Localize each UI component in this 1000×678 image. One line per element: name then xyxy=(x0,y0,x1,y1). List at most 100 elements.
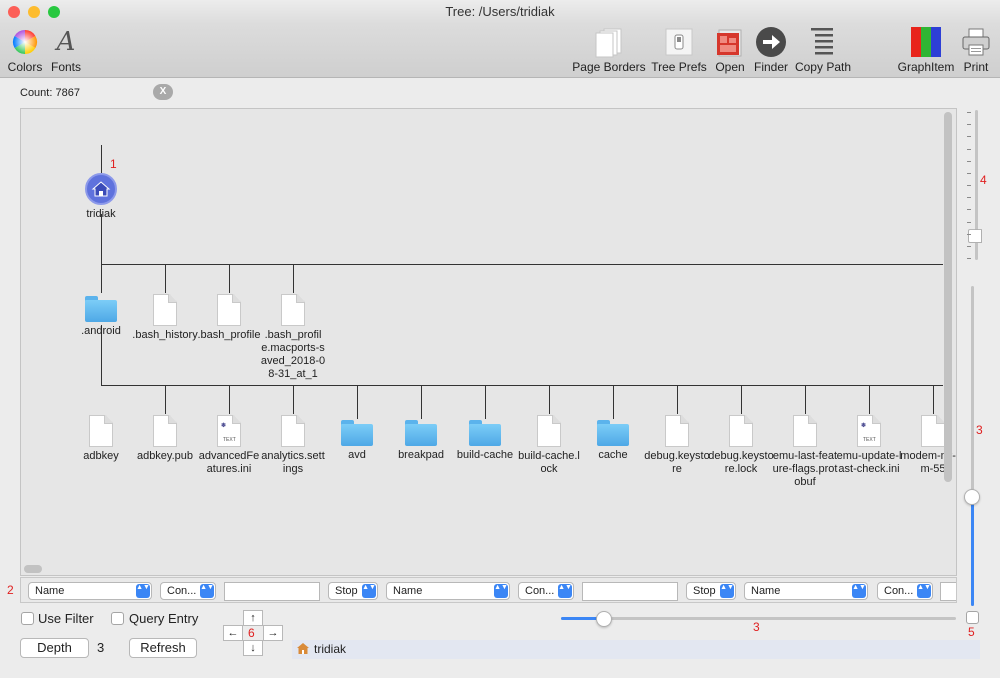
tree-node[interactable]: build-cache.lock xyxy=(516,415,582,476)
field-popup[interactable]: Name ▲▼ xyxy=(744,582,868,600)
folder-icon xyxy=(85,296,117,322)
field-popup-value: Name xyxy=(35,585,65,597)
file-icon xyxy=(793,415,817,447)
tree-connectors xyxy=(101,145,943,419)
finder-label: Finder xyxy=(753,60,788,74)
tree-node-label: cache xyxy=(598,449,628,461)
file-icon xyxy=(665,415,689,447)
field-popup[interactable]: Name ▲▼ xyxy=(28,582,152,600)
tree-node[interactable]: analytics.settings xyxy=(260,415,326,476)
list-icon xyxy=(811,28,833,55)
tree-node-label: .bash_profile.macports-saved_2018-08-31_… xyxy=(260,329,326,380)
condition-popup-value: Con... xyxy=(525,585,555,597)
hslider-marker: 3 xyxy=(753,620,760,634)
condition-popup[interactable]: Con... ▲▼ xyxy=(518,582,574,600)
folder-icon xyxy=(405,420,437,446)
tree-node[interactable]: avd xyxy=(324,420,390,462)
field-popup[interactable]: Name ▲▼ xyxy=(386,582,510,600)
filter-row: Name ▲▼ Con... ▲▼ Stop ▲▼ Name ▲▼ Con...… xyxy=(20,577,957,603)
clear-count-button[interactable]: X xyxy=(153,84,173,100)
home-icon xyxy=(297,643,309,654)
tree-node[interactable]: .bash_profile.macports-saved_2018-08-31_… xyxy=(260,294,326,381)
root-marker: 1 xyxy=(110,157,117,171)
nav-down-button[interactable]: ↓ xyxy=(243,640,263,656)
horizontal-scrollbar[interactable] xyxy=(24,565,42,573)
zoom-slider-tick xyxy=(967,233,971,235)
tree-canvas[interactable]: 1 tridiak .android .bash_history .bash_p… xyxy=(20,108,957,576)
page-borders-button[interactable]: Page Borders xyxy=(570,24,648,78)
zoom-slider-tick xyxy=(967,136,971,138)
zoom-slider-tick xyxy=(967,148,971,150)
pages-icon xyxy=(595,28,622,58)
nav-marker: 6 xyxy=(248,626,255,640)
refresh-button[interactable]: Refresh xyxy=(129,638,197,658)
nav-up-button[interactable]: ↑ xyxy=(243,610,263,626)
vertical-slider-marker: 3 xyxy=(976,423,983,437)
vertical-slider-fill xyxy=(971,497,974,606)
tree-node[interactable]: debug.keystore.lock xyxy=(708,415,774,476)
tree-node[interactable]: debug.keystore xyxy=(644,415,710,476)
query-entry-checkbox[interactable] xyxy=(111,612,124,625)
zoom-slider-knob[interactable] xyxy=(968,229,982,244)
nav-right-button[interactable]: → xyxy=(263,625,283,641)
tree-node[interactable]: .bash_profile xyxy=(196,294,262,342)
filter-row-marker: 2 xyxy=(7,583,14,597)
colors-button[interactable]: Colors xyxy=(4,24,46,78)
use-filter-checkbox[interactable] xyxy=(21,612,34,625)
zoom-slider-tick xyxy=(967,172,971,174)
popup-arrows-icon: ▲▼ xyxy=(494,584,508,598)
filter-value-field[interactable] xyxy=(582,582,678,601)
popup-arrows-icon: ▲▼ xyxy=(136,584,150,598)
tree-node[interactable]: emu-last-feature-flags.protobuf xyxy=(772,415,838,489)
home-icon xyxy=(85,173,117,205)
open-button[interactable]: Open xyxy=(710,24,750,78)
zoom-button[interactable] xyxy=(48,6,60,18)
zoom-slider-tick xyxy=(967,245,971,247)
tree-prefs-button[interactable]: Tree Prefs xyxy=(650,24,708,78)
tree-node[interactable]: ❄ TEXT advancedFeatures.ini xyxy=(196,415,262,476)
condition-popup-value: Con... xyxy=(884,585,914,597)
tree-node[interactable]: build-cache xyxy=(452,420,518,462)
condition-popup[interactable]: Con... ▲▼ xyxy=(160,582,216,600)
tree-node[interactable]: adbkey xyxy=(68,415,134,463)
tree-node[interactable]: .android xyxy=(68,296,134,338)
tree-node[interactable]: .bash_history xyxy=(132,294,198,342)
popup-arrows-icon: ▲▼ xyxy=(362,584,376,598)
vertical-scrollbar[interactable] xyxy=(944,112,952,482)
fonts-button[interactable]: A Fonts xyxy=(48,24,84,78)
stop-popup-value: Stop xyxy=(335,585,358,597)
path-bar[interactable]: tridiak xyxy=(292,640,980,659)
graphitem-button[interactable]: GraphItem xyxy=(895,24,957,78)
stop-popup[interactable]: Stop ▲▼ xyxy=(328,582,378,600)
file-icon xyxy=(217,294,241,326)
condition-popup[interactable]: Con... ▲▼ xyxy=(877,582,933,600)
stop-popup[interactable]: Stop ▲▼ xyxy=(686,582,736,600)
title-bar: Tree: /Users/tridiak xyxy=(0,0,1000,24)
tree-node-label: emu-update-last-check.ini xyxy=(836,450,902,475)
tree-node[interactable]: adbkey.pub xyxy=(132,415,198,463)
printer-icon xyxy=(962,28,990,56)
print-button[interactable]: Print xyxy=(958,24,994,78)
file-icon xyxy=(281,294,305,326)
tree-node[interactable]: breakpad xyxy=(388,420,454,462)
depth-button[interactable]: Depth xyxy=(20,638,89,658)
horizontal-slider-knob[interactable] xyxy=(596,611,613,627)
zoom-slider-tick xyxy=(967,197,971,199)
option-checkbox[interactable] xyxy=(966,611,979,624)
copy-path-button[interactable]: Copy Path xyxy=(793,24,853,78)
zoom-slider-marker: 4 xyxy=(980,173,987,187)
text-file-mark: TEXT xyxy=(223,437,236,443)
nav-left-button[interactable]: ← xyxy=(223,625,243,641)
tree-node-label: advancedFeatures.ini xyxy=(198,450,260,475)
filter-value-field[interactable] xyxy=(940,582,956,601)
vertical-slider-knob[interactable] xyxy=(964,489,980,506)
zoom-slider-tick xyxy=(967,185,971,186)
filter-value-field[interactable] xyxy=(224,582,320,601)
tree-node-label: debug.keystore xyxy=(644,450,710,475)
tree-node-root[interactable]: tridiak xyxy=(68,173,134,221)
close-button[interactable] xyxy=(8,6,20,18)
tree-node[interactable]: cache xyxy=(580,420,646,462)
finder-button[interactable]: Finder xyxy=(752,24,790,78)
tree-node[interactable]: ❄ TEXT emu-update-last-check.ini xyxy=(836,415,902,476)
minimize-button[interactable] xyxy=(28,6,40,18)
